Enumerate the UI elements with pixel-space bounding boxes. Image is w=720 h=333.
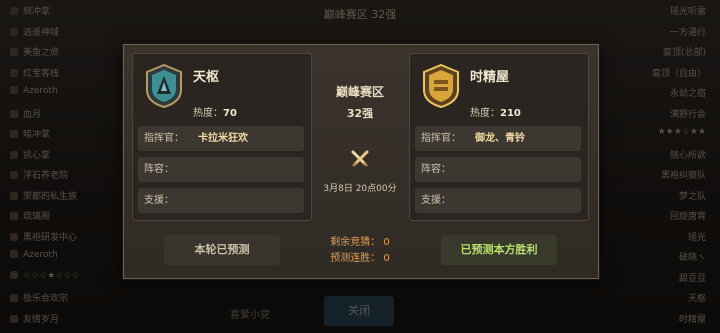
match-round: 32强	[346, 107, 374, 120]
left-support-field: 支援：	[138, 188, 304, 213]
remaining-guess-count: 剩余竞猜： 0	[330, 237, 390, 248]
team-emblem-icon	[146, 64, 182, 108]
left-lineup-field: 阵容：	[138, 157, 304, 182]
left-team-heat: 热度：70	[193, 108, 237, 119]
right-commander-field: 指挥官： 御龙、青钤	[415, 126, 581, 151]
crossed-swords-icon	[351, 150, 369, 167]
left-commander-value: 卡拉米狂欢	[198, 133, 248, 144]
right-team-heat: 热度：210	[470, 108, 521, 119]
match-zone-title: 巅峰赛区	[335, 85, 384, 99]
left-commander-field: 指挥官： 卡拉米狂欢	[138, 126, 304, 151]
predict-win-button[interactable]: 已预测本方胜利	[441, 235, 557, 265]
team-emblem-icon	[423, 64, 459, 108]
left-team-name: 天枢	[193, 70, 220, 85]
right-team-name: 时精屋	[470, 70, 510, 85]
right-commander-value: 御龙、青钤	[475, 133, 525, 144]
predicted-button[interactable]: 本轮已预测	[164, 235, 280, 265]
right-team-card: 时精屋 热度：210 指挥官： 御龙、青钤 阵容： 支援：	[409, 53, 589, 221]
left-team-card: 天枢 热度：70 指挥官： 卡拉米狂欢 阵容： 支援：	[132, 53, 312, 221]
right-lineup-field: 阵容：	[415, 157, 581, 182]
prediction-streak: 预测连胜： 0	[330, 253, 390, 264]
right-support-field: 支援：	[415, 188, 581, 213]
match-time: 3月8日 20点00分	[323, 184, 397, 194]
match-prediction-dialog: 天枢 热度：70 指挥官： 卡拉米狂欢 阵容： 支援： 巅峰赛区 32强 3月8…	[123, 44, 599, 279]
